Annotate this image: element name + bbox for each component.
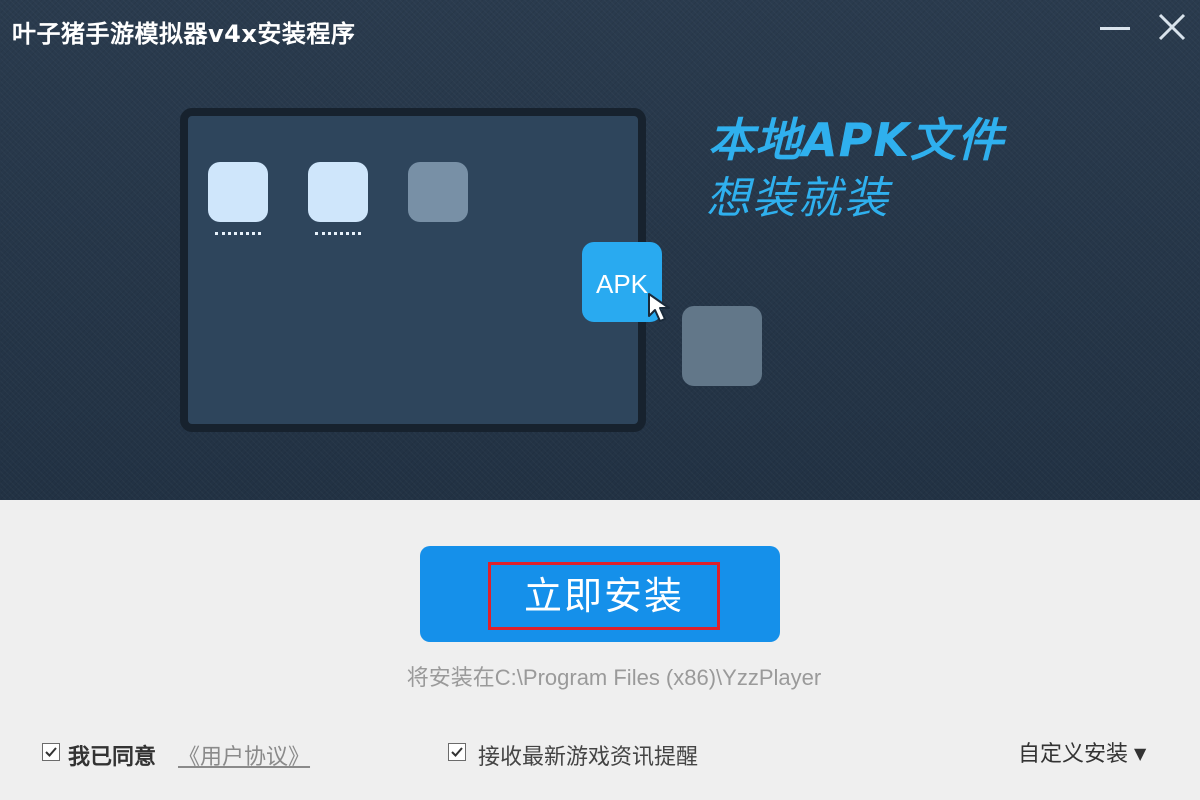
user-agreement-link[interactable]: 《用户协议》 xyxy=(178,739,310,771)
slogan-line-2: 想装就装 xyxy=(706,173,890,224)
header-banner: 叶子猪手游模拟器v4x安装程序 APK 本地APK文件 想装就装 xyxy=(0,0,1200,500)
minimize-icon xyxy=(1100,27,1130,30)
news-label[interactable]: 接收最新游戏资讯提醒 xyxy=(478,739,698,771)
app-name-placeholder xyxy=(315,232,361,235)
cursor-icon xyxy=(648,293,670,322)
custom-install-toggle[interactable]: 自定义安装 ▼ xyxy=(1018,736,1146,768)
slogan-line-1: 本地APK文件 xyxy=(708,113,1004,167)
minimize-button[interactable] xyxy=(1097,10,1133,46)
close-button[interactable] xyxy=(1153,10,1189,46)
checkbox-check-icon xyxy=(45,747,57,757)
install-now-label[interactable]: 立即安装 xyxy=(488,562,720,630)
app-tile xyxy=(208,162,268,222)
emulator-screen-illustration xyxy=(180,108,646,432)
ghost-app-tile xyxy=(682,306,762,386)
custom-install-label: 自定义安装 xyxy=(1018,742,1129,767)
empty-app-slot xyxy=(408,162,468,222)
app-tile xyxy=(308,162,368,222)
install-path-text: 将安装在C:\Program Files (x86)\YzzPlayer xyxy=(406,665,822,690)
window-title: 叶子猪手游模拟器v4x安装程序 xyxy=(12,20,356,48)
app-name-placeholder xyxy=(215,232,261,235)
agree-label[interactable]: 我已同意 xyxy=(68,739,156,771)
dropdown-triangle-icon: ▼ xyxy=(1134,744,1147,763)
news-checkbox[interactable] xyxy=(448,743,466,761)
agree-checkbox[interactable] xyxy=(42,743,60,761)
close-icon xyxy=(1158,13,1186,41)
checkbox-check-icon xyxy=(451,747,463,757)
